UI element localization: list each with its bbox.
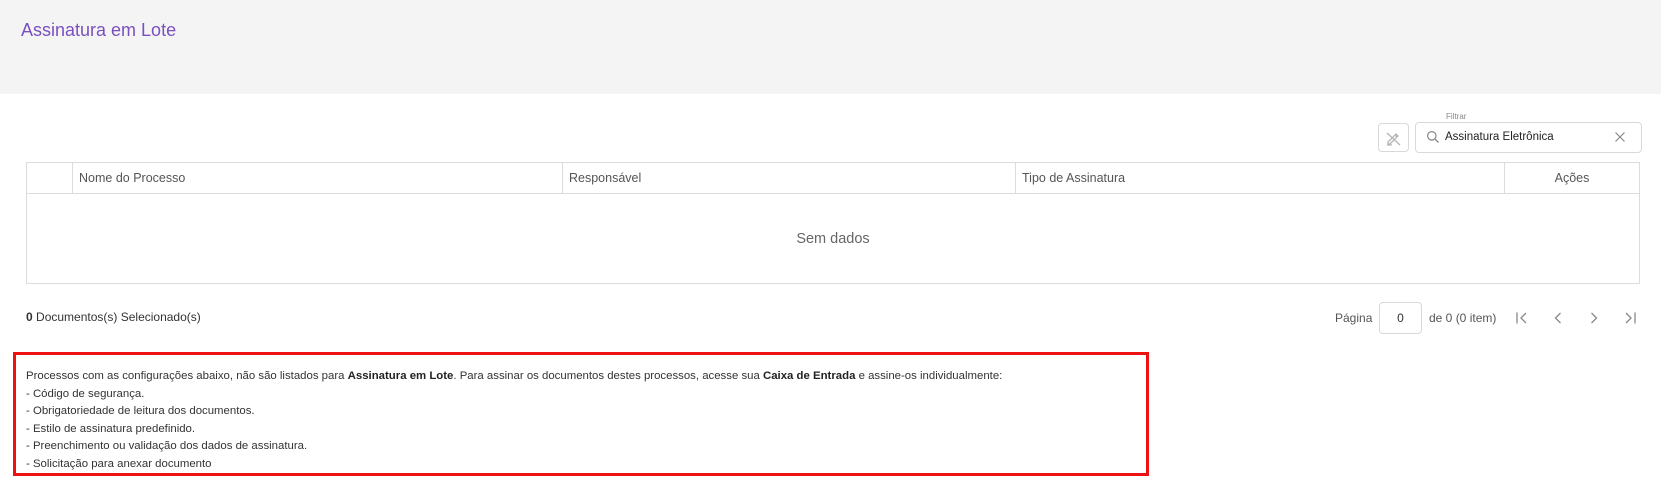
notice-item: - Código de segurança. bbox=[26, 387, 145, 400]
column-signature-type[interactable]: Tipo de Assinatura bbox=[1016, 163, 1505, 193]
notice-intro: Processos com as configurações abaixo, n… bbox=[26, 370, 1003, 382]
page-number-input[interactable] bbox=[1379, 302, 1422, 334]
selected-count: 0 bbox=[26, 310, 33, 324]
selection-summary: 0 Documentos(s) Selecionado(s) bbox=[26, 310, 201, 324]
previous-page-icon[interactable] bbox=[1550, 310, 1566, 326]
notice-item: - Estilo de assinatura predefinido. bbox=[26, 422, 196, 435]
close-icon[interactable] bbox=[1614, 131, 1626, 143]
search-icon bbox=[1427, 131, 1439, 143]
last-page-icon[interactable] bbox=[1622, 310, 1638, 326]
notice-item: - Preenchimento ou validação dos dados d… bbox=[26, 440, 308, 452]
empty-message: Sem dados bbox=[796, 230, 870, 247]
column-process-name[interactable]: Nome do Processo bbox=[73, 163, 563, 193]
select-all-column[interactable] bbox=[27, 163, 73, 193]
first-page-icon[interactable] bbox=[1514, 310, 1530, 326]
pen-disabled-icon bbox=[1386, 132, 1400, 146]
table-header: Nome do Processo Responsável Tipo de Ass… bbox=[27, 163, 1639, 194]
notice-bold-batch: Assinatura em Lote bbox=[347, 370, 454, 382]
column-responsible[interactable]: Responsável bbox=[563, 163, 1016, 193]
pager-label: Página bbox=[1335, 311, 1373, 325]
page-title: Assinatura em Lote bbox=[21, 20, 177, 40]
notice-item: - Obrigatoriedade de leitura dos documen… bbox=[26, 405, 255, 417]
filter-label: Filtrar bbox=[1443, 112, 1470, 121]
filter-input[interactable] bbox=[1445, 129, 1605, 145]
selected-label: Documentos(s) Selecionado(s) bbox=[36, 310, 201, 324]
page-header: Assinatura em Lote bbox=[0, 0, 1661, 94]
process-table: Nome do Processo Responsável Tipo de Ass… bbox=[26, 162, 1640, 284]
next-page-icon[interactable] bbox=[1586, 310, 1602, 326]
pager-total: de 0 (0 item) bbox=[1429, 311, 1497, 325]
notice-bold-inbox: Caixa de Entrada bbox=[762, 370, 856, 382]
batch-restrictions-notice: Processos com as configurações abaixo, n… bbox=[13, 352, 1149, 476]
batch-sign-button[interactable] bbox=[1378, 123, 1409, 152]
notice-item: - Solicitação para anexar documento bbox=[26, 457, 212, 470]
column-actions: Ações bbox=[1554, 171, 1590, 185]
